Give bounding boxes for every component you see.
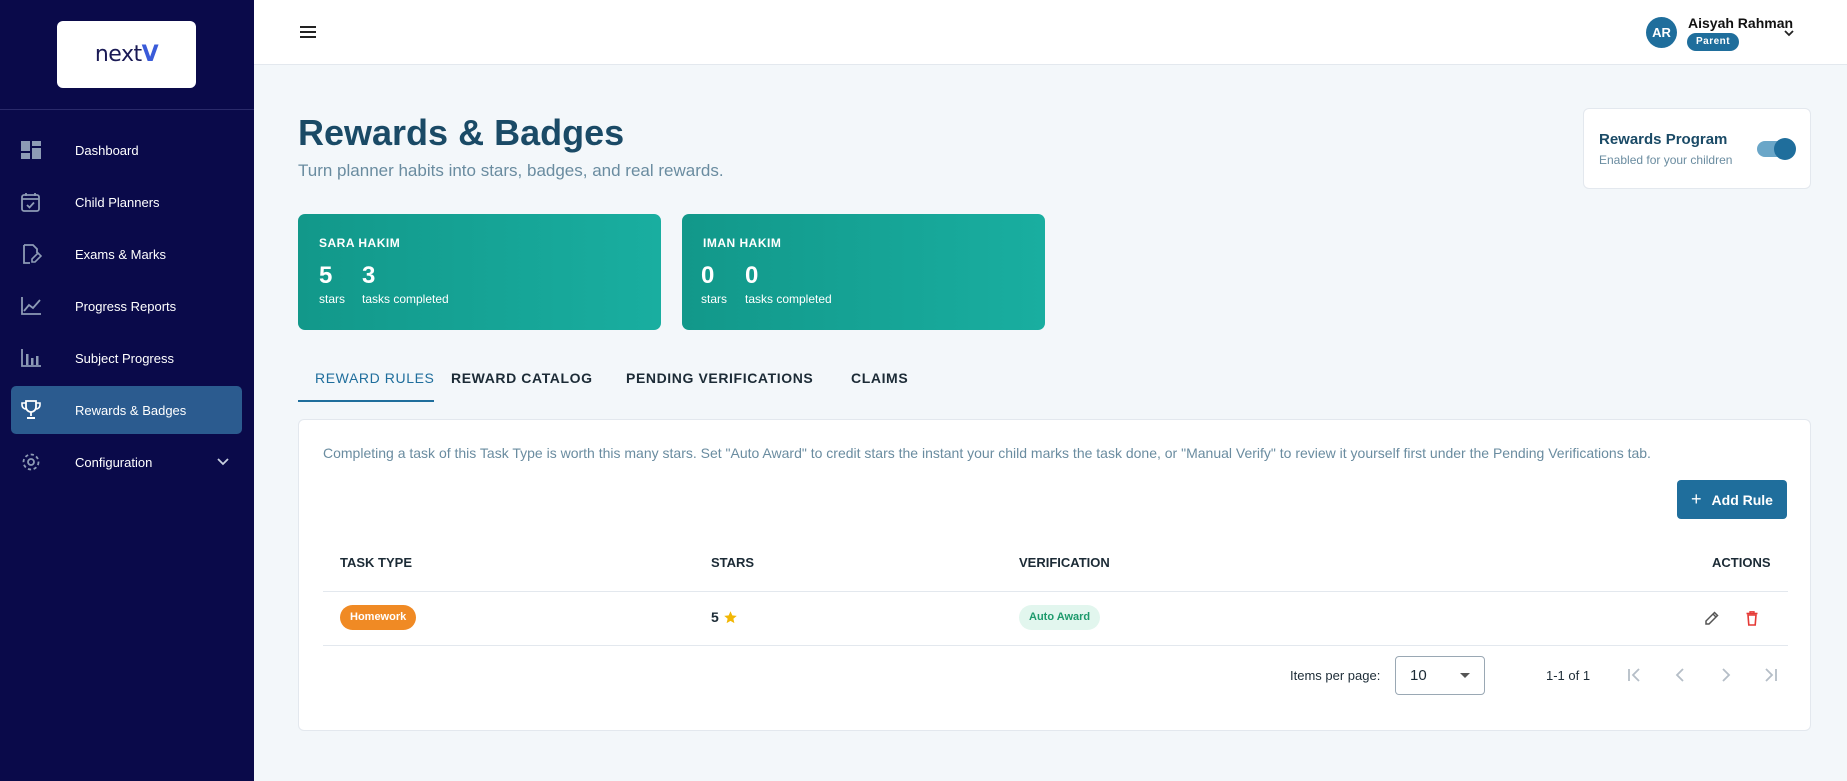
add-rule-label: Add Rule bbox=[1711, 491, 1773, 508]
tasks-count: 3 bbox=[362, 262, 376, 289]
sidebar-item-label: Exams & Marks bbox=[75, 246, 167, 262]
sidebar-item-label: Progress Reports bbox=[75, 298, 177, 314]
header-divider bbox=[323, 591, 1788, 592]
dashboard-icon bbox=[21, 141, 41, 159]
line-chart-icon bbox=[21, 297, 41, 315]
next-page-icon[interactable] bbox=[1714, 663, 1738, 687]
rewards-program-card: Rewards Program Enabled for your childre… bbox=[1583, 108, 1811, 189]
chevron-down-icon[interactable] bbox=[216, 455, 230, 469]
user-name: Aisyah Rahman bbox=[1688, 15, 1794, 31]
logo-text: next bbox=[94, 42, 142, 67]
rewards-program-toggle[interactable] bbox=[1757, 138, 1796, 160]
sidebar-item-child-planners[interactable]: Child Planners bbox=[0, 176, 254, 228]
sidebar-item-label: Rewards & Badges bbox=[75, 402, 187, 418]
sidebar-divider bbox=[0, 109, 254, 110]
sidebar-item-label: Configuration bbox=[75, 454, 153, 470]
trophy-icon bbox=[21, 400, 41, 419]
tab-reward-rules[interactable]: REWARD RULES bbox=[315, 370, 434, 386]
sidebar-item-label: Dashboard bbox=[75, 142, 139, 158]
caret-down-icon bbox=[1460, 673, 1470, 678]
child-card-sara: SARA HAKIM 5 stars 3 tasks completed bbox=[298, 214, 661, 330]
avatar[interactable]: AR bbox=[1646, 17, 1677, 48]
logo[interactable]: nextV bbox=[57, 21, 196, 88]
program-title: Rewards Program bbox=[1599, 131, 1728, 148]
program-subtitle: Enabled for your children bbox=[1599, 153, 1733, 167]
toggle-knob bbox=[1774, 138, 1796, 160]
star-icon bbox=[724, 610, 737, 623]
items-per-page-label: Items per page: bbox=[1290, 668, 1381, 683]
pagination-range: 1-1 of 1 bbox=[1546, 668, 1591, 683]
stars-value: 5 bbox=[711, 609, 738, 625]
sidebar: nextV Dashboard Child Planners Exams & M… bbox=[0, 0, 254, 781]
items-per-page-select[interactable]: 10 bbox=[1395, 656, 1485, 695]
role-badge: Parent bbox=[1687, 33, 1740, 51]
column-header-verification: VERIFICATION bbox=[1019, 555, 1110, 570]
tab-underline bbox=[298, 400, 434, 402]
column-header-stars: STARS bbox=[711, 555, 755, 570]
plus-icon: + bbox=[1691, 489, 1702, 509]
hamburger-icon[interactable] bbox=[298, 23, 318, 41]
sidebar-item-exams-marks[interactable]: Exams & Marks bbox=[0, 228, 254, 280]
tasks-label: tasks completed bbox=[362, 292, 449, 306]
add-rule-button[interactable]: + Add Rule bbox=[1677, 480, 1787, 519]
stars-count: 5 bbox=[319, 262, 333, 289]
previous-page-icon[interactable] bbox=[1668, 663, 1692, 687]
child-name: SARA HAKIM bbox=[319, 236, 401, 250]
task-type-badge: Homework bbox=[340, 605, 417, 630]
delete-icon[interactable] bbox=[1744, 610, 1760, 626]
sidebar-item-subject-progress[interactable]: Subject Progress bbox=[0, 332, 254, 384]
first-page-icon[interactable] bbox=[1622, 663, 1646, 687]
chevron-down-icon[interactable] bbox=[1783, 27, 1795, 39]
tasks-count: 0 bbox=[745, 262, 759, 289]
rules-description: Completing a task of this Task Type is w… bbox=[323, 445, 1651, 461]
column-header-actions: ACTIONS bbox=[1712, 555, 1771, 570]
stars-label: stars bbox=[701, 292, 728, 306]
child-name: IMAN HAKIM bbox=[703, 236, 782, 250]
topbar: AR Aisyah Rahman Parent bbox=[254, 0, 1847, 65]
reward-rules-panel: Completing a task of this Task Type is w… bbox=[298, 419, 1811, 731]
sidebar-item-dashboard[interactable]: Dashboard bbox=[0, 124, 254, 176]
edit-icon[interactable] bbox=[1704, 610, 1720, 626]
tab-claims[interactable]: CLAIMS bbox=[851, 370, 908, 386]
sidebar-item-label: Child Planners bbox=[75, 194, 160, 210]
row-divider bbox=[323, 645, 1788, 646]
tabs: REWARD RULES REWARD CATALOG PENDING VERI… bbox=[298, 360, 1811, 402]
document-edit-icon bbox=[23, 244, 42, 264]
stars-number: 5 bbox=[711, 609, 719, 625]
bar-chart-icon bbox=[21, 349, 41, 367]
tab-pending-verifications[interactable]: PENDING VERIFICATIONS bbox=[626, 370, 813, 386]
stars-count: 0 bbox=[701, 262, 715, 289]
verification-badge: Auto Award bbox=[1019, 605, 1101, 630]
items-per-page-value: 10 bbox=[1410, 667, 1427, 684]
gear-icon bbox=[22, 453, 40, 471]
last-page-icon[interactable] bbox=[1759, 663, 1783, 687]
column-header-task-type: TASK TYPE bbox=[340, 555, 412, 570]
sidebar-item-rewards-badges[interactable]: Rewards & Badges bbox=[0, 384, 254, 436]
sidebar-item-label: Subject Progress bbox=[75, 350, 174, 366]
stars-label: stars bbox=[319, 292, 346, 306]
page-title: Rewards & Badges bbox=[298, 112, 625, 153]
sidebar-nav: Dashboard Child Planners Exams & Marks P… bbox=[0, 124, 254, 488]
calendar-check-icon bbox=[21, 193, 40, 212]
sidebar-item-progress-reports[interactable]: Progress Reports bbox=[0, 280, 254, 332]
sidebar-item-configuration[interactable]: Configuration bbox=[0, 436, 254, 488]
tasks-label: tasks completed bbox=[745, 292, 832, 306]
page-subtitle: Turn planner habits into stars, badges, … bbox=[298, 161, 724, 180]
child-card-iman: IMAN HAKIM 0 stars 0 tasks completed bbox=[682, 214, 1045, 330]
tab-reward-catalog[interactable]: REWARD CATALOG bbox=[451, 370, 593, 386]
logo-accent: V bbox=[141, 42, 159, 67]
